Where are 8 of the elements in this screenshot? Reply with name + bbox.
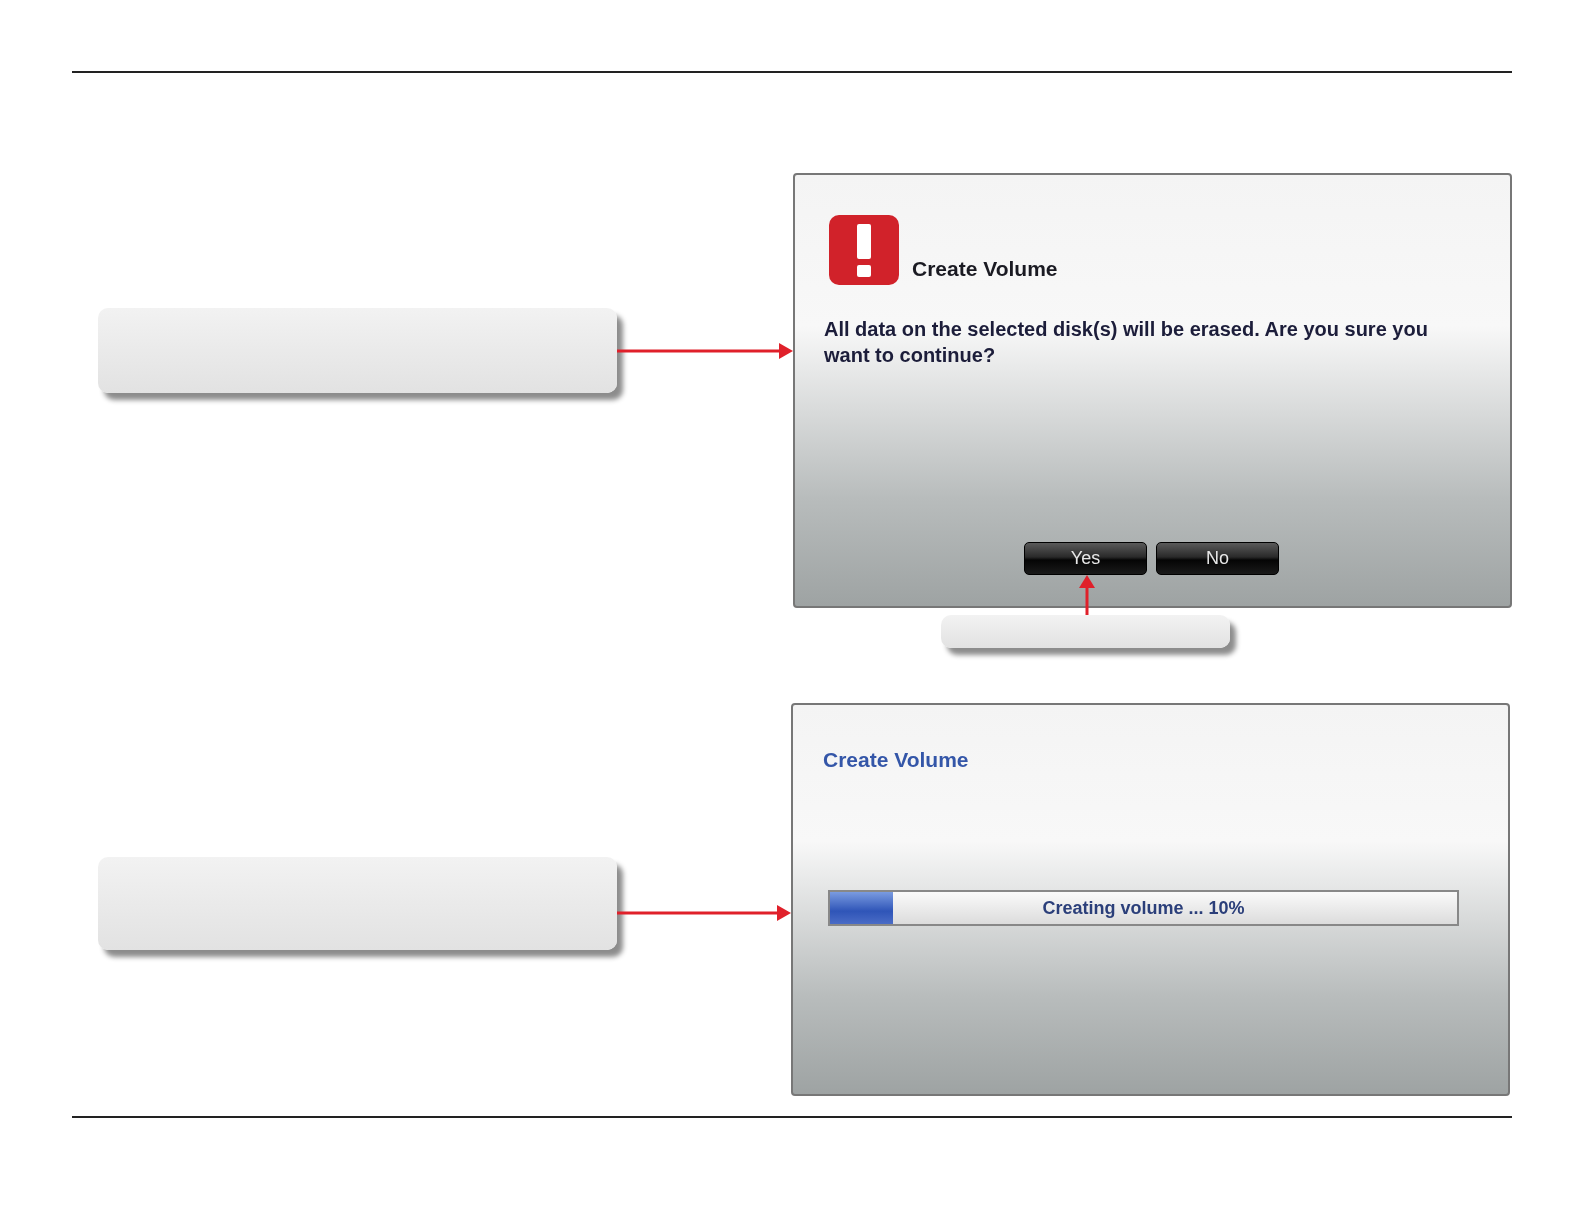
progress-label: Creating volume ... 10% <box>1042 897 1245 919</box>
no-button[interactable]: No <box>1156 542 1279 575</box>
arrow <box>1077 575 1097 615</box>
dialog-title: Create Volume <box>912 257 1058 281</box>
warning-icon <box>828 214 900 286</box>
dialog-message: All data on the selected disk(s) will be erased. Are you sure you want to continue? <box>824 317 1429 368</box>
dialog-title: Create Volume <box>823 748 970 772</box>
yes-button[interactable]: Yes <box>1024 542 1147 575</box>
